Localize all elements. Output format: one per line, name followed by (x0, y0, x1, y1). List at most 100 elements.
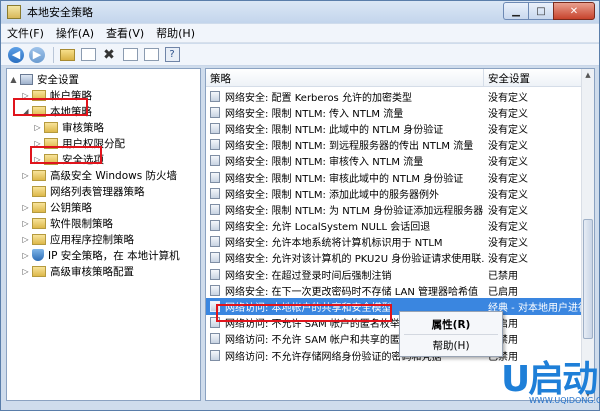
table-row[interactable]: 网络安全: 限制 NTLM: 到远程服务器的传出 NTLM 流量 没有定义 (206, 137, 582, 153)
tree-item-audit-policy[interactable]: ▷ 审核策略 (33, 119, 104, 135)
maximize-button[interactable]: □ (528, 2, 553, 20)
table-row[interactable]: 网络安全: 允许 LocalSystem NULL 会话回退 没有定义 (206, 218, 582, 234)
menu-view[interactable]: 查看(V) (100, 25, 150, 41)
forward-button[interactable]: ▶ (28, 46, 46, 64)
policy-icon (210, 171, 220, 183)
policy-icon (210, 90, 220, 102)
close-button[interactable]: ✕ (553, 2, 595, 20)
menu-action[interactable]: 操作(A) (50, 25, 100, 41)
local-security-policy-window: 本地安全策略 ▁ □ ✕ 文件(F) 操作(A) 查看(V) 帮助(H) ◀ ▶… (0, 0, 600, 411)
show-hide-tree-icon (80, 48, 96, 61)
table-row[interactable]: 网络访问: 不允许 SAM 帐户和共享的匿名枚举 已禁用 (206, 331, 582, 347)
context-menu-help[interactable]: 帮助(H) (402, 336, 500, 354)
policy-icon (210, 220, 220, 232)
table-row[interactable]: 网络安全: 限制 NTLM: 为 NTLM 身份验证添加远程服务器... 没有定义 (206, 201, 582, 217)
minimize-icon: ▁ (512, 5, 520, 17)
tree-item-app-control[interactable]: ▷ 应用程序控制策略 (21, 231, 134, 247)
tree-item-advanced-audit[interactable]: ▷ 高级审核策略配置 (21, 263, 134, 279)
column-header-setting[interactable]: 安全设置 (484, 69, 582, 87)
help-icon: ? (164, 47, 180, 62)
maximize-icon: □ (536, 5, 546, 17)
table-row[interactable]: 网络安全: 限制 NTLM: 审核此域中的 NTLM 身份验证 没有定义 (206, 169, 582, 185)
expand-icon[interactable]: ▷ (21, 267, 30, 276)
table-row[interactable]: 网络安全: 在超过登录时间后强制注销 已禁用 (206, 266, 582, 282)
show-hide-tree-button[interactable] (79, 46, 97, 64)
vertical-scrollbar[interactable]: ▲ ▼ (581, 69, 594, 400)
expand-icon[interactable]: ▷ (21, 251, 30, 260)
menu-file[interactable]: 文件(F) (1, 25, 50, 41)
policy-icon (210, 349, 220, 361)
expand-icon[interactable]: ▷ (21, 171, 30, 180)
table-row[interactable]: 网络安全: 限制 NTLM: 此域中的 NTLM 身份验证 没有定义 (206, 120, 582, 136)
tree-item-software-restriction[interactable]: ▷ 软件限制策略 (21, 215, 113, 231)
delete-button[interactable]: ✖ (100, 46, 118, 64)
column-header-policy[interactable]: 策略 (206, 69, 484, 87)
setting-cell: 没有定义 (488, 124, 528, 136)
expand-icon[interactable]: ▷ (21, 203, 30, 212)
properties-button[interactable] (121, 46, 139, 64)
tree-item-windows-firewall[interactable]: ▷ 高级安全 Windows 防火墙 (21, 167, 177, 183)
table-row[interactable]: 网络安全: 允许本地系统将计算机标识用于 NTLM 没有定义 (206, 234, 582, 250)
policy-cell: 网络安全: 限制 NTLM: 审核此域中的 NTLM 身份验证 (206, 170, 484, 185)
app-icon (7, 5, 21, 19)
tree-item-label: 应用程序控制策略 (50, 233, 134, 246)
policy-name: 网络安全: 限制 NTLM: 审核传入 NTLM 流量 (225, 157, 424, 169)
folder-icon (32, 201, 46, 213)
toolbar: ◀ ▶ ✖ ? (1, 44, 599, 66)
properties-icon (122, 48, 138, 61)
policy-name: 网络安全: 限制 NTLM: 为 NTLM 身份验证添加远程服务器... (225, 205, 484, 217)
policy-cell: 网络安全: 允许 LocalSystem NULL 会话回退 (206, 218, 484, 233)
shield-icon (32, 249, 44, 261)
computer-icon (20, 73, 33, 85)
expand-icon[interactable]: ▷ (33, 123, 42, 132)
table-row[interactable]: 网络安全: 配置 Kerberos 允许的加密类型 没有定义 (206, 88, 582, 104)
setting-cell: 已禁用 (488, 270, 518, 282)
expand-icon[interactable]: ▷ (21, 235, 30, 244)
policy-cell: 网络安全: 限制 NTLM: 到远程服务器的传出 NTLM 流量 (206, 137, 484, 152)
scrollbar-thumb[interactable] (583, 219, 593, 339)
forward-icon: ▶ (29, 46, 45, 63)
policy-name: 网络安全: 允许本地系统将计算机标识用于 NTLM (225, 238, 443, 250)
setting-cell: 没有定义 (488, 108, 528, 120)
policy-name: 网络安全: 允许 LocalSystem NULL 会话回退 (225, 222, 431, 234)
expand-icon[interactable]: ▷ (21, 219, 30, 228)
up-folder-button[interactable] (58, 46, 76, 64)
policy-cell: 网络安全: 限制 NTLM: 此域中的 NTLM 身份验证 (206, 121, 484, 136)
tree-item-public-key-policies[interactable]: ▷ 公钥策略 (21, 199, 92, 215)
tree-item-security-settings[interactable]: ▲ 安全设置 (9, 71, 79, 87)
folder-icon (32, 265, 46, 277)
table-row[interactable]: 网络安全: 限制 NTLM: 审核传入 NTLM 流量 没有定义 (206, 153, 582, 169)
table-row[interactable]: 网络安全: 限制 NTLM: 传入 NTLM 流量 没有定义 (206, 104, 582, 120)
tree-item-network-list-manager[interactable]: 网络列表管理器策略 (21, 183, 145, 199)
setting-cell: 没有定义 (488, 205, 528, 217)
tree-item-label: 高级安全 Windows 防火墙 (50, 169, 178, 182)
policy-cell: 网络安全: 配置 Kerberos 允许的加密类型 (206, 89, 484, 104)
help-button[interactable]: ? (163, 46, 181, 64)
setting-cell: 没有定义 (488, 238, 528, 250)
tree-item-ip-security[interactable]: ▷ IP 安全策略，在 本地计算机 (21, 247, 180, 263)
tree-item-label: 公钥策略 (50, 201, 92, 214)
tree-item-label: 软件限制策略 (50, 217, 113, 230)
setting-cell: 没有定义 (488, 173, 528, 185)
policy-cell: 网络安全: 限制 NTLM: 传入 NTLM 流量 (206, 105, 484, 120)
highlight-selected-policy (216, 304, 392, 322)
menu-bar: 文件(F) 操作(A) 查看(V) 帮助(H) (1, 24, 599, 43)
folder-icon (32, 169, 46, 181)
export-button[interactable] (142, 46, 160, 64)
scroll-up-icon[interactable]: ▲ (582, 69, 594, 81)
table-row[interactable]: 网络安全: 允许对该计算机的 PKU2U 身份验证请求使用联... 没有定义 (206, 250, 582, 266)
table-row[interactable]: 网络安全: 限制 NTLM: 添加此域中的服务器例外 没有定义 (206, 185, 582, 201)
list-header: 策略 安全设置 (206, 69, 582, 87)
context-menu-properties[interactable]: 属性(R) (402, 315, 500, 333)
policy-cell: 网络安全: 允许对该计算机的 PKU2U 身份验证请求使用联... (206, 250, 484, 265)
table-row[interactable]: 网络安全: 在下一次更改密码时不存储 LAN 管理器哈希值 已启用 (206, 282, 582, 298)
folder-icon (32, 185, 46, 197)
folder-icon (32, 233, 46, 245)
collapse-icon[interactable]: ▲ (9, 75, 18, 84)
back-button[interactable]: ◀ (7, 46, 25, 64)
menu-help[interactable]: 帮助(H) (150, 25, 201, 41)
policy-cell: 网络安全: 限制 NTLM: 添加此域中的服务器例外 (206, 186, 484, 201)
up-folder-icon (59, 48, 75, 61)
export-icon (143, 48, 159, 61)
minimize-button[interactable]: ▁ (503, 2, 528, 20)
